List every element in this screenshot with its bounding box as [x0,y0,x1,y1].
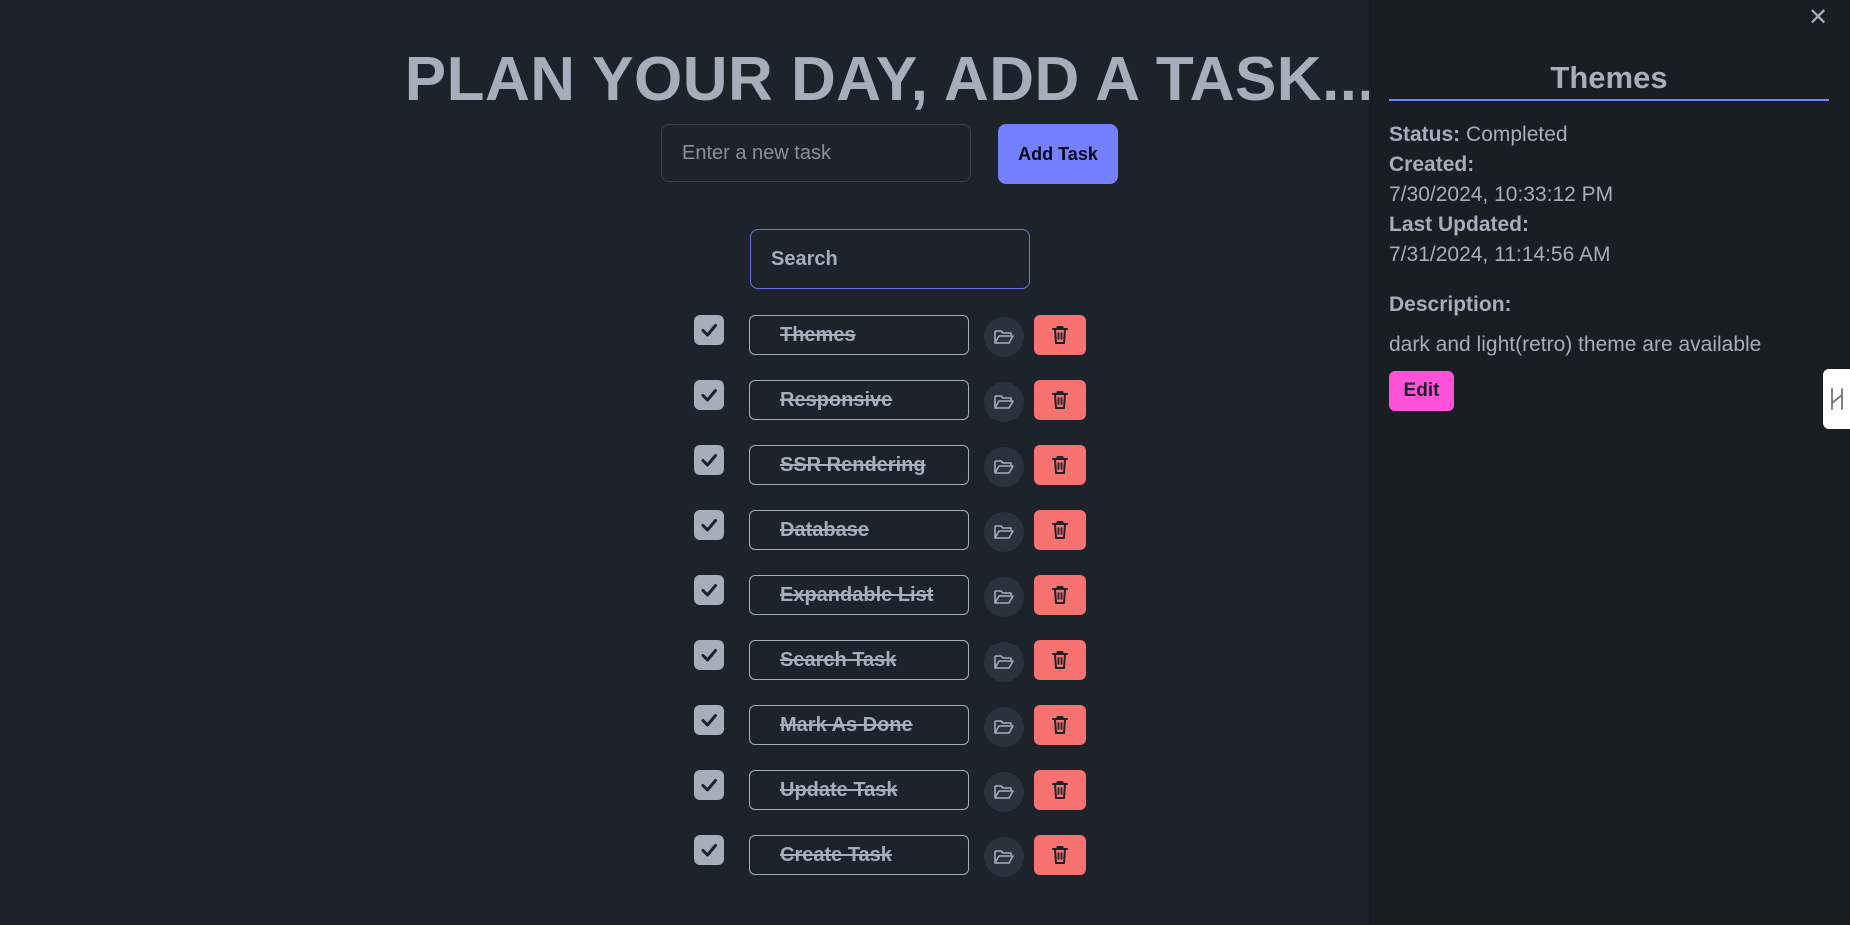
open-folder-icon [994,850,1014,864]
check-icon [701,779,717,792]
open-details-button[interactable] [984,447,1024,487]
open-folder-icon [994,720,1014,734]
task-row: Responsive [0,380,1200,424]
created-value: 7/30/2024, 10:33:12 PM [1389,183,1614,206]
task-checkbox[interactable] [694,445,724,475]
task-name[interactable]: Mark As Done [749,705,969,745]
description-label: Description: [1389,293,1512,316]
open-folder-icon [994,655,1014,669]
check-icon [701,324,717,337]
check-icon [701,389,717,402]
created-label: Created: [1389,153,1475,176]
trash-icon [1052,781,1068,799]
task-name[interactable]: Themes [749,315,969,355]
open-details-button[interactable] [984,772,1024,812]
task-checkbox[interactable] [694,640,724,670]
status-label: Status: [1389,123,1461,146]
new-task-input[interactable] [661,124,971,182]
task-row: Create Task [0,835,1200,879]
task-row: SSR Rendering [0,445,1200,489]
task-name[interactable]: Create Task [749,835,969,875]
trash-icon [1052,521,1068,539]
task-checkbox[interactable] [694,705,724,735]
open-details-button[interactable] [984,382,1024,422]
open-details-button[interactable] [984,642,1024,682]
task-checkbox[interactable] [694,380,724,410]
status-line: Status: Completed [1389,120,1568,150]
task-name[interactable]: Responsive [749,380,969,420]
edit-button[interactable]: Edit [1389,371,1454,411]
task-row: Search Task [0,640,1200,684]
delete-task-button[interactable] [1034,380,1086,420]
task-name[interactable]: Expandable List [749,575,969,615]
open-details-button[interactable] [984,707,1024,747]
check-icon [701,649,717,662]
search-input[interactable] [750,229,1030,289]
check-icon [701,844,717,857]
trash-icon [1052,716,1068,734]
close-icon[interactable]: ✕ [1806,6,1830,30]
main-area: PLAN YOUR DAY, ADD A TASK... Add Task Th… [0,0,1375,925]
task-checkbox[interactable] [694,510,724,540]
delete-task-button[interactable] [1034,315,1086,355]
details-title-underline [1389,99,1829,101]
delete-task-button[interactable] [1034,640,1086,680]
delete-task-button[interactable] [1034,835,1086,875]
open-details-button[interactable] [984,317,1024,357]
trash-icon [1052,326,1068,344]
task-row: Themes [0,315,1200,359]
task-checkbox[interactable] [694,575,724,605]
delete-task-button[interactable] [1034,510,1086,550]
delete-task-button[interactable] [1034,705,1086,745]
check-icon [701,584,717,597]
open-details-button[interactable] [984,837,1024,877]
details-title: Themes [1550,60,1668,95]
open-folder-icon [994,590,1014,604]
drawer-handle-icon [1830,388,1843,410]
open-folder-icon [994,785,1014,799]
open-folder-icon [994,395,1014,409]
updated-label: Last Updated: [1389,213,1530,236]
open-details-button[interactable] [984,577,1024,617]
task-checkbox[interactable] [694,770,724,800]
open-folder-icon [994,460,1014,474]
description-value: dark and light(retro) theme are availabl… [1389,333,1762,356]
open-folder-icon [994,525,1014,539]
trash-icon [1052,391,1068,409]
task-row: Update Task [0,770,1200,814]
check-icon [701,714,717,727]
trash-icon [1052,586,1068,604]
trash-icon [1052,456,1068,474]
task-checkbox[interactable] [694,315,724,345]
delete-task-button[interactable] [1034,770,1086,810]
trash-icon [1052,846,1068,864]
add-task-button[interactable]: Add Task [998,124,1118,184]
task-row: Expandable List [0,575,1200,619]
task-name[interactable]: Search Task [749,640,969,680]
delete-task-button[interactable] [1034,575,1086,615]
task-checkbox[interactable] [694,835,724,865]
task-name[interactable]: Database [749,510,969,550]
check-icon [701,519,717,532]
task-name[interactable]: Update Task [749,770,969,810]
task-name[interactable]: SSR Rendering [749,445,969,485]
task-row: Mark As Done [0,705,1200,749]
status-value: Completed [1466,123,1568,146]
delete-task-button[interactable] [1034,445,1086,485]
check-icon [701,454,717,467]
open-folder-icon [994,330,1014,344]
trash-icon [1052,651,1068,669]
open-details-button[interactable] [984,512,1024,552]
drawer-handle[interactable] [1823,369,1850,429]
task-row: Database [0,510,1200,554]
updated-value: 7/31/2024, 11:14:56 AM [1389,243,1611,266]
